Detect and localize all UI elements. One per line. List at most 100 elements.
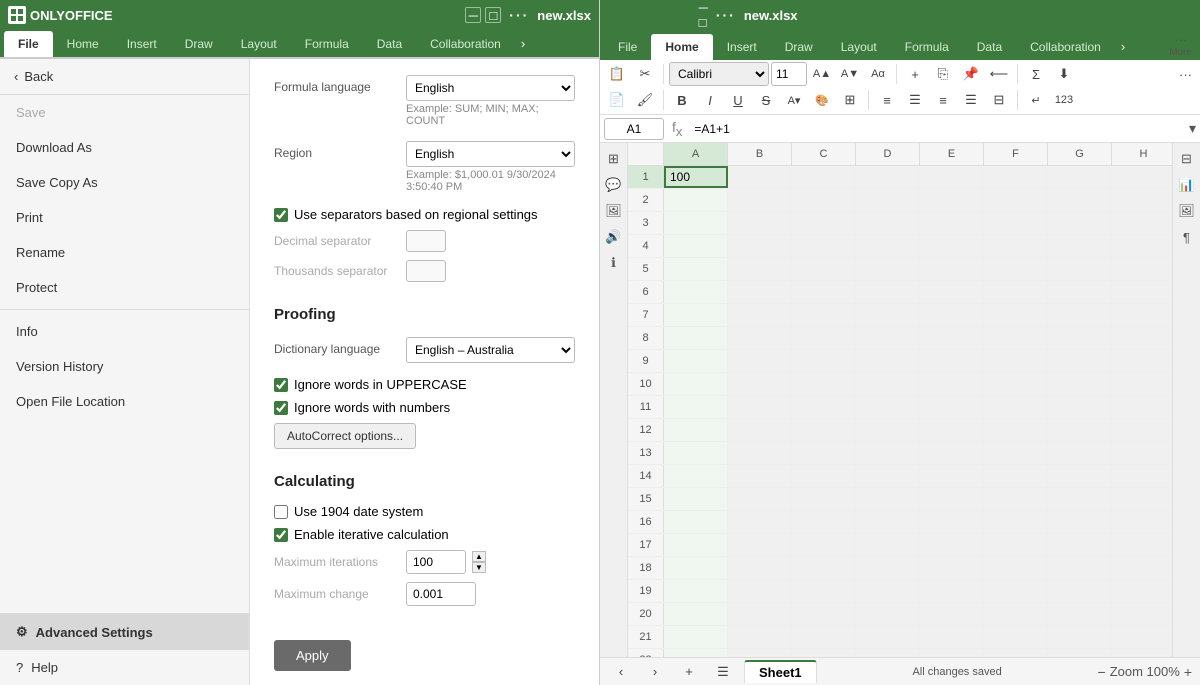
cell-B19[interactable] [728,580,792,602]
cell-B14[interactable] [728,465,792,487]
cell-H21[interactable] [1112,626,1172,648]
cell-C5[interactable] [792,258,856,280]
cell-H13[interactable] [1112,442,1172,464]
cell-H1[interactable] [1112,166,1172,188]
cell-G14[interactable] [1048,465,1112,487]
cell-F22[interactable] [984,649,1048,657]
cell-B21[interactable] [728,626,792,648]
cell-G16[interactable] [1048,511,1112,533]
cell-E16[interactable] [920,511,984,533]
cell-C3[interactable] [792,212,856,234]
cell-G5[interactable] [1048,258,1112,280]
cell-C1[interactable] [792,166,856,188]
number-format-btn[interactable]: 123 [1051,88,1077,112]
copy-format-btn[interactable]: 📋 [604,62,630,86]
cell-G11[interactable] [1048,396,1112,418]
row-num-18[interactable]: 18 [628,557,664,579]
col-header-E[interactable]: E [920,143,984,165]
cell-D10[interactable] [856,373,920,395]
cell-E10[interactable] [920,373,984,395]
cell-A18[interactable] [664,557,728,579]
bold-btn[interactable]: B [669,88,695,112]
cell-C18[interactable] [792,557,856,579]
cell-E18[interactable] [920,557,984,579]
row-num-20[interactable]: 20 [628,603,664,625]
cell-A22[interactable] [664,649,728,657]
col-header-D[interactable]: D [856,143,920,165]
col-header-F[interactable]: F [984,143,1048,165]
cell-C9[interactable] [792,350,856,372]
increment-btn[interactable]: + [902,62,928,86]
cell-E20[interactable] [920,603,984,625]
cell-G7[interactable] [1048,304,1112,326]
cell-C4[interactable] [792,235,856,257]
cell-F19[interactable] [984,580,1048,602]
cell-G18[interactable] [1048,557,1112,579]
tab-insert-right[interactable]: Insert [713,34,771,60]
cell-H11[interactable] [1112,396,1172,418]
apply-button[interactable]: Apply [274,640,351,671]
left-side-icon-2[interactable]: 💬 [602,173,626,197]
cell-E13[interactable] [920,442,984,464]
separators-checkbox[interactable] [274,208,288,222]
cell-E21[interactable] [920,626,984,648]
cell-C6[interactable] [792,281,856,303]
restore-btn[interactable]: □ [485,7,501,23]
cell-G1[interactable] [1048,166,1112,188]
cell-A4[interactable] [664,235,728,257]
sidebar-item-info[interactable]: Info [0,314,249,349]
cell-C12[interactable] [792,419,856,441]
row-num-12[interactable]: 12 [628,419,664,441]
dictionary-language-select[interactable]: English – Australia [406,337,575,363]
tab-data-right[interactable]: Data [963,34,1016,60]
row-num-1[interactable]: 1 [628,166,664,188]
cell-D2[interactable] [856,189,920,211]
cell-H7[interactable] [1112,304,1172,326]
cell-F3[interactable] [984,212,1048,234]
cell-C19[interactable] [792,580,856,602]
align-justify-btn[interactable]: ☰ [958,88,984,112]
zoom-in-btn[interactable]: + [1184,664,1192,680]
cell-A5[interactable] [664,258,728,280]
cell-E9[interactable] [920,350,984,372]
cell-B8[interactable] [728,327,792,349]
left-side-icon-1[interactable]: ⊞ [602,147,626,171]
cell-B16[interactable] [728,511,792,533]
right-side-icon-4[interactable]: ¶ [1175,225,1199,249]
cell-A11[interactable] [664,396,728,418]
max-change-input[interactable] [406,582,476,606]
cell-F18[interactable] [984,557,1048,579]
cell-G19[interactable] [1048,580,1112,602]
cell-D17[interactable] [856,534,920,556]
cell-D15[interactable] [856,488,920,510]
row-num-2[interactable]: 2 [628,189,664,211]
tab-layout-right[interactable]: Layout [827,34,891,60]
enable-iterative-row[interactable]: Enable iterative calculation [274,527,575,542]
ignore-uppercase-checkbox[interactable] [274,378,288,392]
italic-btn[interactable]: I [697,88,723,112]
sidebar-item-save[interactable]: Save [0,95,249,130]
merge-btn[interactable]: ⊟ [986,88,1012,112]
clear-format-btn[interactable]: ⟵ [986,62,1012,86]
cell-F9[interactable] [984,350,1048,372]
cell-C22[interactable] [792,649,856,657]
paste-special-btn[interactable]: 📌 [958,62,984,86]
col-header-B[interactable]: B [728,143,792,165]
cell-H20[interactable] [1112,603,1172,625]
tab-layout-left[interactable]: Layout [227,31,291,57]
right-tab-arrow[interactable]: › [1115,33,1131,60]
cell-D5[interactable] [856,258,920,280]
cell-B11[interactable] [728,396,792,418]
tab-home-left[interactable]: Home [53,31,113,57]
cell-D12[interactable] [856,419,920,441]
cell-G21[interactable] [1048,626,1112,648]
sidebar-item-version-history[interactable]: Version History [0,349,249,384]
use-1904-checkbox[interactable] [274,505,288,519]
tab-formula-left[interactable]: Formula [291,31,363,57]
col-header-A[interactable]: A [664,143,728,165]
row-num-13[interactable]: 13 [628,442,664,464]
autocorrect-btn[interactable]: AutoCorrect options... [274,423,416,449]
cell-F21[interactable] [984,626,1048,648]
cell-C14[interactable] [792,465,856,487]
row-num-22[interactable]: 22 [628,649,664,657]
